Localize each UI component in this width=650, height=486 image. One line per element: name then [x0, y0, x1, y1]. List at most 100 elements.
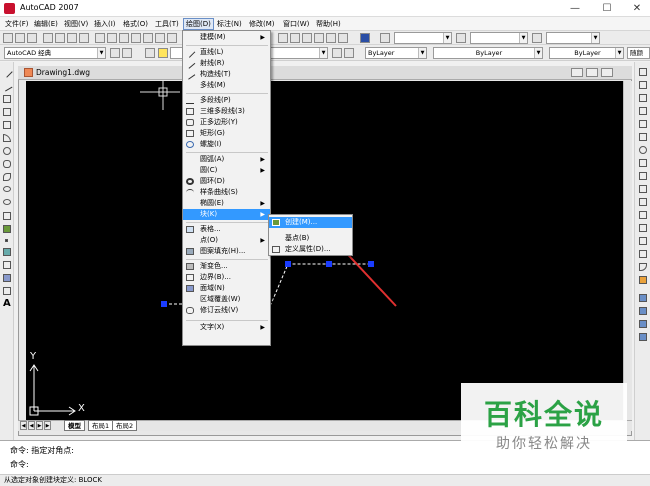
table-style-icon[interactable]	[532, 33, 542, 43]
offset-icon[interactable]	[639, 107, 647, 115]
arc-icon[interactable]	[3, 134, 11, 142]
tab-layout2[interactable]: 布局2	[112, 420, 138, 431]
block-base-item[interactable]: 基点(B)	[269, 233, 352, 244]
block-attdef-item[interactable]: 定义属性(D)...	[269, 244, 352, 255]
ellipse-arc-icon[interactable]	[3, 199, 11, 205]
markup-icon[interactable]	[326, 33, 336, 43]
break-icon[interactable]	[639, 224, 647, 232]
draw-menu-text[interactable]: 文字(X) ▶	[183, 322, 270, 333]
draw-menu-polygon[interactable]: 正多边形(Y)	[183, 117, 270, 128]
draw-menu-circle[interactable]: 圆(C) ▶	[183, 165, 270, 176]
draw-menu-point[interactable]: 点(O) ▶	[183, 235, 270, 246]
menu-insert[interactable]: 插入(I)	[92, 18, 118, 30]
doc-restore-button[interactable]	[586, 68, 598, 77]
tab-prev-arrow[interactable]: ◀	[28, 421, 35, 430]
maximize-button[interactable]: ☐	[592, 0, 622, 17]
dim-style-icon[interactable]	[456, 33, 466, 43]
draw-menu-gradient[interactable]: 渐变色...	[183, 261, 270, 272]
layer-previous-icon[interactable]	[344, 48, 354, 58]
print-icon[interactable]	[43, 33, 53, 43]
draw-menu-xline[interactable]: 构造线(T)	[183, 69, 270, 80]
menu-dimension[interactable]: 标注(N)	[215, 18, 244, 30]
sheet-set-icon[interactable]	[314, 33, 324, 43]
draw-menu-helix[interactable]: 螺旋(I)	[183, 139, 270, 150]
send-to-back-icon[interactable]	[639, 320, 647, 328]
block-editor-icon[interactable]	[143, 33, 153, 43]
draw-menu-ellipse[interactable]: 椭圆(E) ▶	[183, 198, 270, 209]
erase-icon[interactable]	[639, 68, 647, 76]
gradient-icon[interactable]	[3, 261, 11, 269]
doc-minimize-button[interactable]	[571, 68, 583, 77]
save-workspace-icon[interactable]	[122, 48, 132, 58]
preview-icon[interactable]	[55, 33, 65, 43]
menu-window[interactable]: 窗口(W)	[281, 18, 311, 30]
draw-menu-arc[interactable]: 圆弧(A) ▶	[183, 154, 270, 165]
dim-style-combo[interactable]: ▼	[470, 32, 528, 44]
chamfer-icon[interactable]	[639, 250, 647, 258]
make-block-icon[interactable]	[3, 225, 11, 233]
polygon-icon[interactable]	[3, 108, 11, 116]
publish-icon[interactable]	[67, 33, 77, 43]
undo-icon[interactable]	[155, 33, 165, 43]
doc-close-button[interactable]	[601, 68, 613, 77]
color-combo[interactable]: ByLayer ▼	[365, 47, 427, 59]
draw-menu-polyline[interactable]: 多段线(P)	[183, 95, 270, 106]
draw-menu-boundary[interactable]: 边界(B)...	[183, 272, 270, 283]
explode-icon[interactable]	[639, 276, 647, 284]
tab-layout1[interactable]: 布局1	[88, 420, 114, 431]
hatch-icon[interactable]	[3, 248, 11, 256]
line-tool-icon[interactable]	[1, 66, 13, 78]
rotate-icon[interactable]	[639, 146, 647, 154]
tab-last-arrow[interactable]: ▶	[44, 421, 51, 430]
menu-draw[interactable]: 绘图(D)	[183, 18, 214, 30]
menu-tools[interactable]: 工具(T)	[153, 18, 181, 30]
menu-file[interactable]: 文件(F)	[3, 18, 31, 30]
draw-menu-3dpolyline[interactable]: 三维多段线(3)	[183, 106, 270, 117]
join-icon[interactable]	[639, 237, 647, 245]
workspace-settings-icon[interactable]	[110, 48, 120, 58]
fillet-icon[interactable]	[639, 263, 647, 271]
menu-edit[interactable]: 编辑(E)	[32, 18, 60, 30]
grip-point[interactable]	[326, 261, 332, 267]
draw-menu-rectangle[interactable]: 矩形(G)	[183, 128, 270, 139]
scale-icon[interactable]	[639, 159, 647, 167]
cut-icon[interactable]	[95, 33, 105, 43]
lineweight-combo[interactable]: ByLayer ▼	[549, 47, 624, 59]
break-at-point-icon[interactable]	[639, 211, 647, 219]
tool-palettes-icon[interactable]	[302, 33, 312, 43]
construction-line-icon[interactable]	[1, 80, 13, 92]
make-current-layer-icon[interactable]	[332, 48, 342, 58]
paste-icon[interactable]	[119, 33, 129, 43]
spline-icon[interactable]	[3, 173, 11, 181]
insert-block-icon[interactable]	[3, 212, 11, 220]
draw-menu-spline[interactable]: 样条曲线(S)	[183, 187, 270, 198]
draw-menu-hatch[interactable]: 图案填充(H)...	[183, 246, 270, 257]
multiline-text-icon[interactable]: A	[3, 298, 11, 309]
region-icon[interactable]	[3, 274, 11, 282]
draw-menu-revcloud[interactable]: 修订云线(V)	[183, 305, 270, 316]
workspace-combo[interactable]: AutoCAD 经典 ▼	[4, 47, 106, 59]
minimize-button[interactable]: —	[560, 0, 590, 17]
new-icon[interactable]	[3, 33, 13, 43]
move-icon[interactable]	[639, 133, 647, 141]
plot-style-combo[interactable]: 随颜	[627, 47, 650, 59]
linetype-combo[interactable]: ByLayer ▼	[433, 47, 543, 59]
array-icon[interactable]	[639, 120, 647, 128]
layer-state-icon[interactable]	[158, 48, 168, 58]
design-center-icon[interactable]	[290, 33, 300, 43]
draw-menu-line[interactable]: 直线(L)	[183, 47, 270, 58]
block-create-item[interactable]: 创建(M)...	[269, 217, 352, 228]
menu-view[interactable]: 视图(V)	[62, 18, 90, 30]
properties-icon[interactable]	[278, 33, 288, 43]
save-icon[interactable]	[27, 33, 37, 43]
ellipse-icon[interactable]	[3, 186, 11, 192]
draw-order-icon[interactable]	[639, 294, 647, 302]
tab-first-arrow[interactable]: ◀	[20, 421, 27, 430]
table-icon[interactable]	[3, 287, 11, 295]
draw-menu-table[interactable]: 表格...	[183, 224, 270, 235]
rectangle-icon[interactable]	[3, 121, 11, 129]
3d-print-icon[interactable]	[79, 33, 89, 43]
point-icon[interactable]	[5, 239, 8, 242]
text-style-combo[interactable]: ▼	[394, 32, 452, 44]
grip-point[interactable]	[161, 301, 167, 307]
